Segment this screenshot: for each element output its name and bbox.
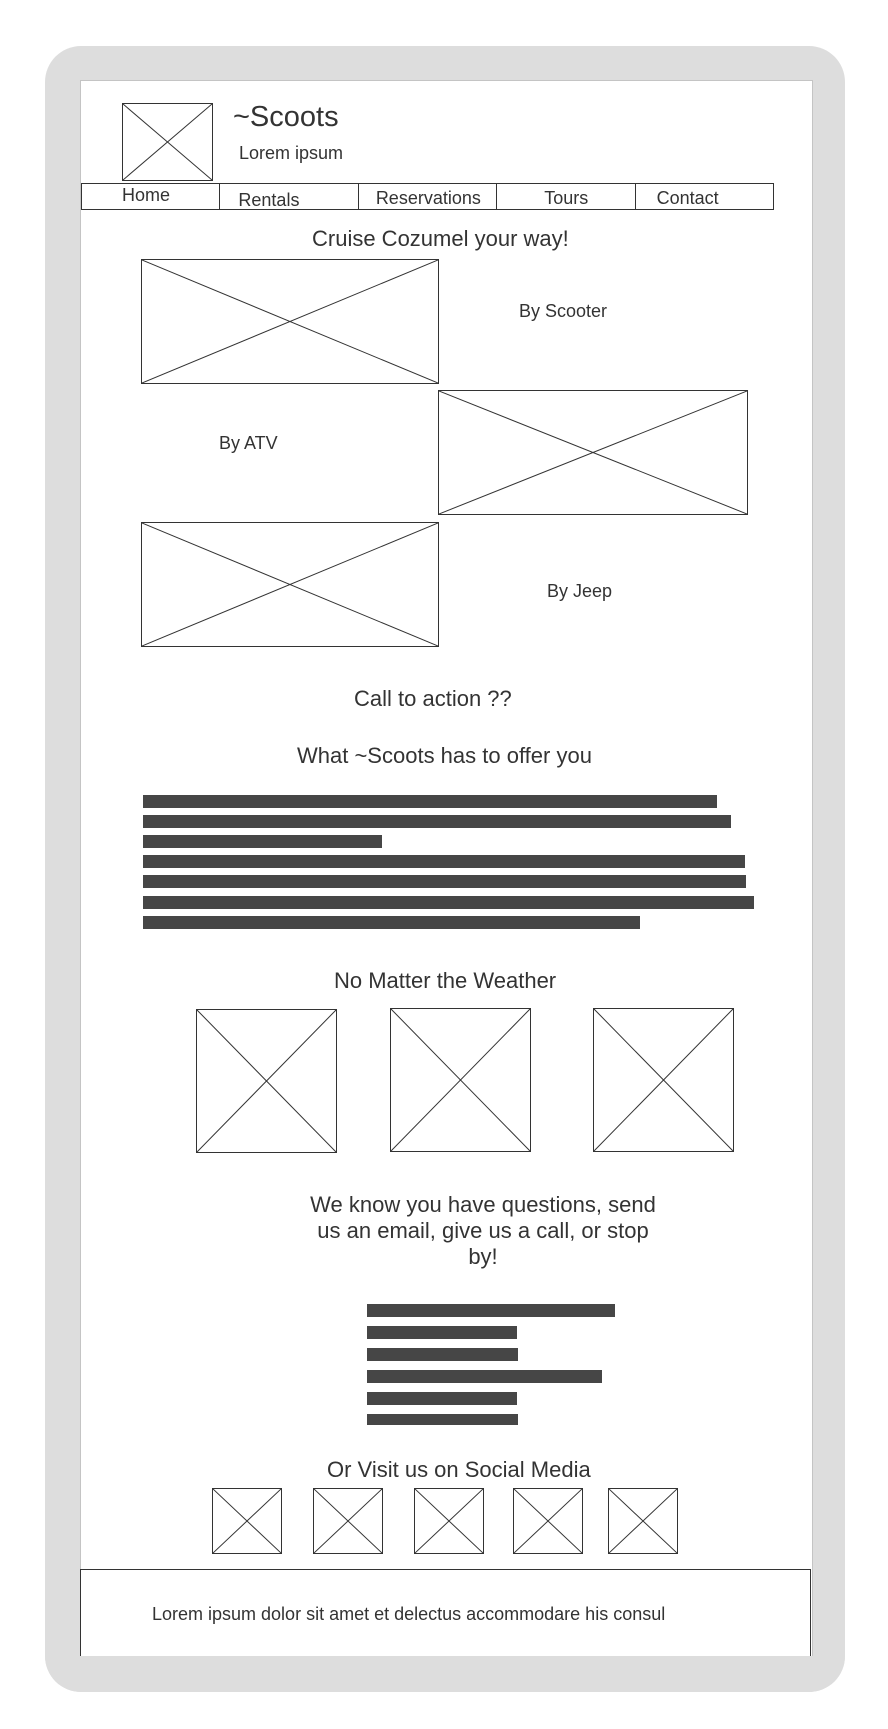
brand-name[interactable]: ~Scoots (233, 101, 339, 134)
option-jeep-label[interactable]: By Jeep (547, 581, 612, 602)
option-scooter-label[interactable]: By Scooter (519, 301, 607, 322)
nav-item-contact[interactable]: Contact (636, 184, 773, 209)
contact-info-line (367, 1370, 602, 1383)
brand-tagline: Lorem ipsum (239, 143, 344, 163)
social-title: Or Visit us on Social Media (327, 1457, 591, 1482)
call-to-action[interactable]: Call to action ?? (354, 686, 512, 712)
offer-title: What ~Scoots has to offer you (297, 743, 592, 768)
social-icon[interactable] (212, 1488, 282, 1554)
contact-info-line (367, 1304, 615, 1317)
hero-title: Cruise Cozumel your way! (312, 226, 569, 251)
contact-info-line (367, 1414, 518, 1425)
weather-title: No Matter the Weather (334, 968, 557, 993)
scooter-image-placeholder (141, 259, 439, 384)
nav-item-label: Rentals (238, 190, 300, 210)
social-icon[interactable] (313, 1488, 383, 1554)
nav-item-tours[interactable]: Tours (497, 184, 636, 209)
atv-image-placeholder (438, 390, 748, 515)
device-frame-bottom-corner (45, 1656, 845, 1692)
nav-item-label: Home (122, 185, 171, 205)
nav-item-rentals[interactable]: Rentals (220, 184, 359, 210)
footer-text: Lorem ipsum dolor sit amet et delectus a… (152, 1604, 666, 1624)
social-icon[interactable] (608, 1488, 678, 1554)
footer: Lorem ipsum dolor sit amet et delectus a… (80, 1569, 811, 1669)
contact-prompt-line: We know you have questions, send (310, 1192, 656, 1217)
jeep-image-placeholder (141, 522, 439, 647)
logo-image-placeholder[interactable] (122, 103, 213, 181)
contact-info-line (367, 1326, 517, 1339)
nav-item-label: Reservations (375, 188, 481, 208)
nav-item-label: Tours (544, 188, 589, 208)
weather-image-placeholder (196, 1009, 337, 1153)
offer-text-line (143, 875, 746, 888)
contact-prompt-line: us an email, give us a call, or stop (317, 1218, 649, 1243)
nav-item-home[interactable]: Home (82, 184, 221, 209)
offer-text-line (143, 815, 731, 828)
weather-image-placeholder (593, 1008, 734, 1152)
weather-image-placeholder (390, 1008, 531, 1152)
contact-prompt: We know you have questions, send us an e… (283, 1192, 683, 1270)
contact-info-line (367, 1348, 518, 1361)
offer-text-line (143, 916, 640, 929)
offer-text-line (143, 795, 717, 808)
social-icon[interactable] (513, 1488, 583, 1554)
option-atv-label[interactable]: By ATV (219, 433, 278, 454)
main-nav: Home Rentals Reservations Tours Contact (81, 183, 774, 210)
social-icon[interactable] (414, 1488, 484, 1554)
offer-text-line (143, 896, 754, 909)
contact-info-line (367, 1392, 517, 1405)
contact-prompt-line: by! (468, 1244, 498, 1269)
nav-item-label: Contact (656, 188, 719, 208)
offer-text-line (143, 855, 745, 868)
nav-item-reservations[interactable]: Reservations (359, 184, 498, 209)
offer-text-line (143, 835, 382, 848)
